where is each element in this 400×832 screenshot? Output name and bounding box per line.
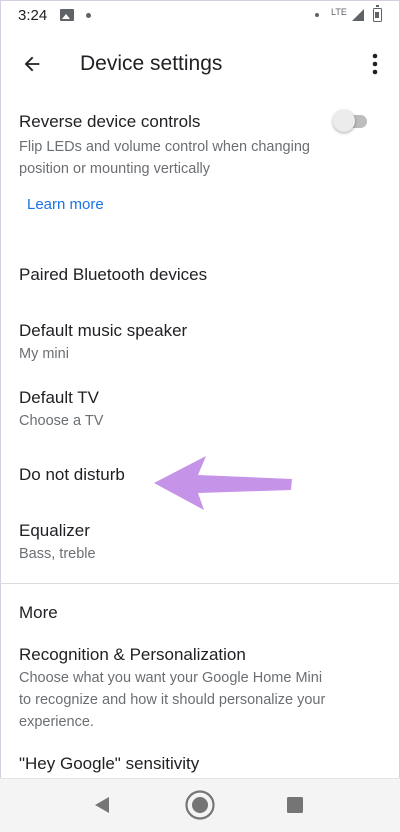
more-options-button[interactable] xyxy=(362,48,388,80)
back-button[interactable] xyxy=(14,46,50,82)
annotation-arrow-icon xyxy=(154,456,292,510)
network-type-label: LTE xyxy=(331,7,347,17)
reverse-controls-title: Reverse device controls xyxy=(19,112,201,131)
status-dot-icon xyxy=(315,13,319,17)
default-music-subtitle: My mini xyxy=(19,346,69,362)
nav-recents-button[interactable] xyxy=(285,795,305,815)
reverse-controls-toggle[interactable] xyxy=(333,110,371,132)
arrow-left-icon xyxy=(24,56,40,72)
notification-dot-icon xyxy=(86,13,91,18)
nav-back-button[interactable] xyxy=(90,793,114,817)
default-tv-title: Default TV xyxy=(19,388,100,407)
gallery-notification-icon xyxy=(60,9,74,21)
equalizer-subtitle: Bass, treble xyxy=(19,546,96,562)
default-tv-item[interactable]: Default TV Choose a TV xyxy=(0,378,400,438)
equalizer-title: Equalizer xyxy=(19,521,90,540)
more-section-header: More xyxy=(19,603,58,622)
reverse-controls-subtitle-2: position or mounting vertically xyxy=(19,161,211,177)
recognition-personalization-item[interactable]: Recognition & Personalization Choose wha… xyxy=(0,640,400,735)
section-divider xyxy=(0,583,400,584)
equalizer-item[interactable]: Equalizer Bass, treble xyxy=(0,510,400,570)
paired-bluetooth-title: Paired Bluetooth devices xyxy=(19,265,208,284)
app-bar: Device settings xyxy=(0,32,400,96)
recognition-subtitle-2: to recognize and how it should personali… xyxy=(19,692,326,708)
reverse-controls-subtitle-1: Flip LEDs and volume control when changi… xyxy=(19,139,310,155)
default-music-speaker-item[interactable]: Default music speaker My mini xyxy=(0,310,400,370)
default-music-title: Default music speaker xyxy=(19,321,188,340)
toggle-thumb xyxy=(333,110,355,132)
square-recents-icon xyxy=(287,797,303,813)
hey-google-title: "Hey Google" sensitivity xyxy=(19,754,200,773)
signal-icon xyxy=(352,9,364,21)
recognition-subtitle-3: experience. xyxy=(19,714,94,730)
more-vert-icon xyxy=(372,53,378,75)
do-not-disturb-title: Do not disturb xyxy=(19,465,125,484)
circle-home-icon xyxy=(185,790,215,820)
page-title: Device settings xyxy=(80,52,223,75)
recognition-subtitle-1: Choose what you want your Google Home Mi… xyxy=(19,670,323,686)
battery-icon xyxy=(373,5,382,22)
nav-home-button[interactable] xyxy=(184,789,216,821)
status-time: 3:24 xyxy=(18,7,48,24)
default-tv-subtitle: Choose a TV xyxy=(19,413,104,429)
triangle-back-icon xyxy=(95,797,109,813)
system-nav-bar xyxy=(0,778,400,832)
status-bar: 3:24 LTE xyxy=(0,0,400,32)
learn-more-link[interactable]: Learn more xyxy=(27,196,104,213)
paired-bluetooth-item[interactable]: Paired Bluetooth devices xyxy=(0,250,400,300)
hey-google-sensitivity-item[interactable]: "Hey Google" sensitivity xyxy=(0,745,400,778)
recognition-title: Recognition & Personalization xyxy=(19,645,246,664)
